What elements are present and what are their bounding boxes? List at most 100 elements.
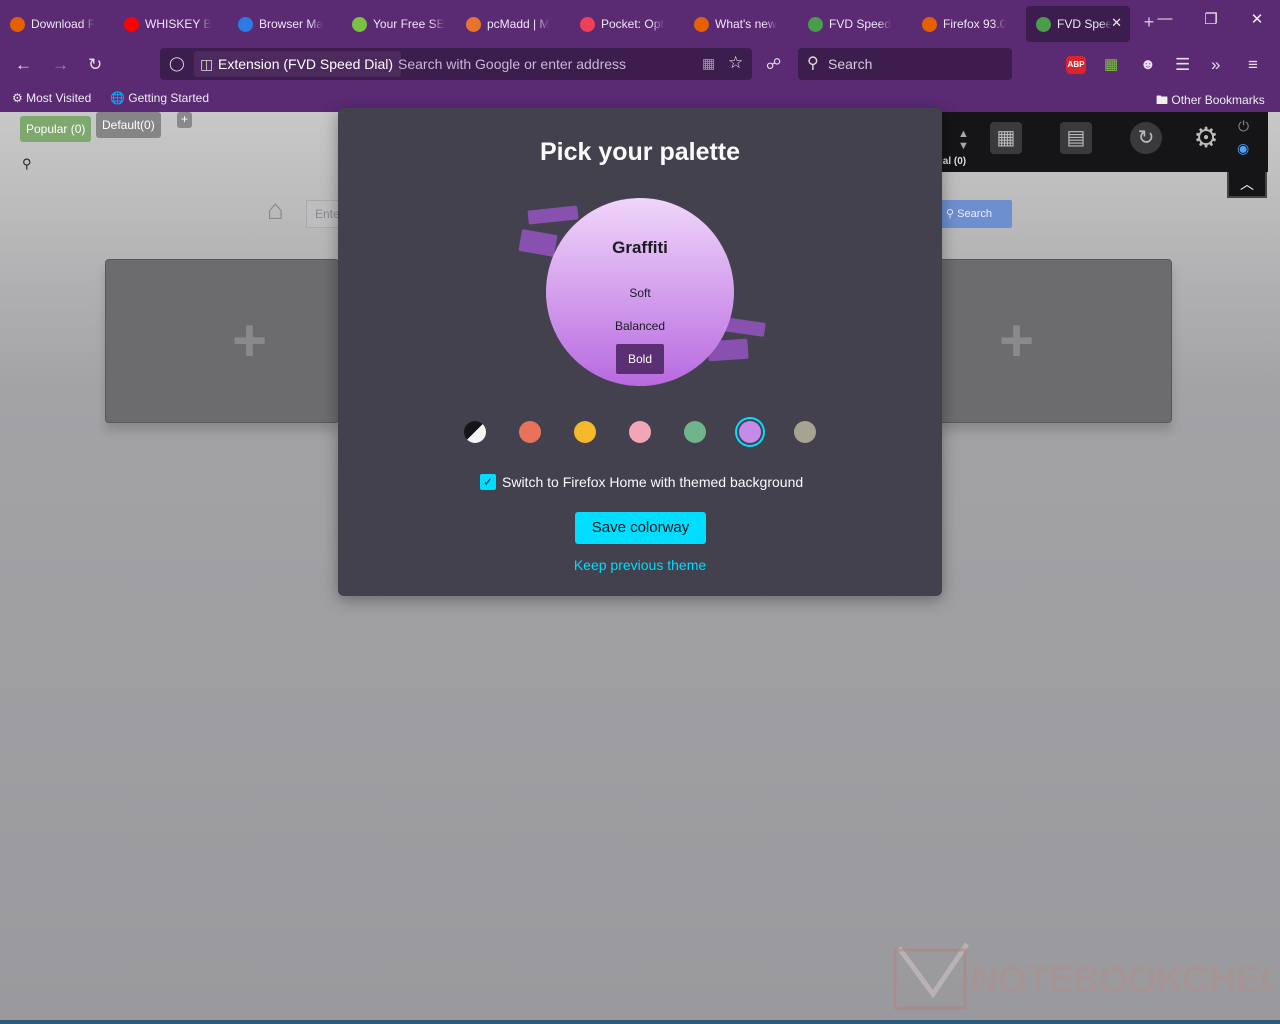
colorway-swatch-0[interactable]: [464, 421, 486, 443]
reload-icon[interactable]: ↻: [88, 56, 102, 73]
toolbar-group-label: ial (0): [940, 156, 967, 167]
menu-icon[interactable]: ≡: [1248, 56, 1258, 73]
sync-icon[interactable]: ↻: [1130, 122, 1162, 154]
search-input[interactable]: Search: [828, 56, 872, 72]
checkbox-checked-icon[interactable]: ✓: [480, 474, 496, 490]
bookmark-other-folder[interactable]: 🖿 Other Bookmarks: [1156, 91, 1265, 112]
tab-title: Pocket: Opt: [601, 17, 664, 31]
back-arrow-icon[interactable]: ←: [15, 56, 32, 73]
tab-6[interactable]: What's new: [684, 6, 798, 42]
bookmark-label: Most Visited: [26, 91, 92, 105]
bookmark-getting-started[interactable]: 🌐 Getting Started: [110, 91, 209, 105]
identity-box[interactable]: ◫ Extension (FVD Speed Dial): [194, 51, 402, 77]
tab-4[interactable]: pcMadd | M: [456, 6, 570, 42]
firefox-icon: [10, 16, 25, 32]
dial-slot-empty[interactable]: +: [105, 259, 339, 423]
add-group-button[interactable]: +: [177, 112, 193, 128]
leaf-icon: [352, 16, 367, 32]
import-icon[interactable]: ▤: [1060, 122, 1092, 154]
colorway-swatch-4[interactable]: [684, 421, 706, 443]
bookmark-most-visited[interactable]: ⚙ Most Visited: [12, 91, 91, 105]
adblock-icon[interactable]: ABP: [1066, 56, 1086, 74]
tab-title: Firefox 93.0: [943, 17, 1007, 31]
variation-soft[interactable]: Soft: [546, 286, 734, 300]
colorway-swatch-6[interactable]: [794, 421, 816, 443]
bookmark-star-icon[interactable]: ☆: [728, 53, 743, 73]
extension-avatar-icon[interactable]: ☻: [1140, 56, 1156, 73]
pocket-icon[interactable]: ☍: [766, 56, 781, 73]
notebookcheck-watermark-logo: NOTEBOOKCHECK: [893, 942, 1273, 1010]
add-group-label: +: [181, 112, 189, 126]
minimize-button[interactable]: —: [1150, 10, 1180, 27]
search-icon: ⚲: [946, 208, 955, 220]
group-label: Popular (0): [26, 122, 86, 136]
colorway-preview-circle: Graffiti Soft Balanced Bold: [546, 198, 734, 386]
save-colorway-button[interactable]: Save colorway: [575, 512, 706, 544]
firefox-icon: [694, 16, 709, 32]
speed-dial-toolbar: ial (0) ▲ ▼ ▦ ▤ ↻ ⚙ ⏻ ◉: [940, 112, 1268, 172]
tab-0[interactable]: Download F: [0, 6, 114, 42]
home-icon[interactable]: ⌂: [267, 194, 284, 226]
colorway-modal: Pick your palette Graffiti Soft Balanced…: [338, 108, 942, 596]
group-label: Default(0): [102, 118, 155, 132]
tab-title: FVD Spee: [1057, 17, 1113, 31]
tab-title: Your Free SE: [373, 17, 445, 31]
tab-9[interactable]: FVD Spee ✕: [1026, 6, 1130, 42]
speed-dial-search-button[interactable]: ⚲ Search: [940, 200, 1012, 228]
restore-button[interactable]: ❐: [1196, 10, 1226, 28]
overflow-chevron-icon[interactable]: »: [1211, 56, 1220, 73]
address-bar[interactable]: ◯ ◫ Extension (FVD Speed Dial) Search wi…: [160, 48, 752, 80]
group-tab-popular[interactable]: Popular (0): [20, 116, 92, 142]
speed-dial-page-icon[interactable]: ▦: [702, 55, 715, 72]
colorway-swatch-3[interactable]: [629, 421, 651, 443]
url-input[interactable]: Search with Google or enter address: [398, 56, 626, 72]
tab-1[interactable]: WHISKEY B: [114, 6, 228, 42]
tab-7[interactable]: FVD Speed: [798, 6, 912, 42]
speed-dial-icon: [808, 16, 823, 32]
eye-icon[interactable]: ◉: [1237, 140, 1249, 157]
globe-icon: 🌐: [110, 91, 125, 105]
at-icon: [466, 16, 481, 32]
tab-3[interactable]: Your Free SE: [342, 6, 456, 42]
pocket-icon: [580, 16, 595, 32]
tab-8[interactable]: Firefox 93.0: [912, 6, 1026, 42]
close-window-button[interactable]: ✕: [1242, 10, 1272, 28]
tab-title: Browser Ma: [259, 17, 324, 31]
arrows-icon[interactable]: ▲ ▼: [958, 128, 969, 152]
tab-5[interactable]: Pocket: Opt: [570, 6, 684, 42]
bookmark-label: Getting Started: [128, 91, 210, 105]
bookmark-label: Other Bookmarks: [1171, 93, 1265, 107]
tab-2[interactable]: Browser Ma: [228, 6, 342, 42]
group-tab-default[interactable]: Default(0): [96, 112, 161, 138]
variation-bold[interactable]: Bold: [616, 344, 664, 374]
search-placeholder: Ente: [315, 207, 340, 221]
speed-dial-extension-icon[interactable]: ▦: [1104, 56, 1118, 73]
forward-arrow-icon[interactable]: →: [52, 56, 69, 73]
search-bar[interactable]: ⚲ Search: [798, 48, 1012, 80]
colorway-swatch-2[interactable]: [574, 421, 596, 443]
gear-icon: ⚙: [12, 91, 23, 105]
tab-bar: Download F WHISKEY B Browser Ma Your Free S…: [0, 0, 1280, 44]
dial-slot-empty[interactable]: +: [938, 259, 1172, 423]
graffiti-decoration: [527, 205, 579, 225]
dials-view-icon[interactable]: ▦: [990, 122, 1022, 154]
modal-title: Pick your palette: [539, 138, 741, 166]
extension-icon: ◫: [200, 56, 214, 72]
shield-icon[interactable]: ◯: [169, 55, 185, 72]
tab-title: Download F: [31, 17, 96, 31]
colorway-swatch-5[interactable]: [739, 421, 761, 443]
youtube-icon: [124, 16, 139, 32]
variation-balanced[interactable]: Balanced: [546, 319, 734, 333]
tab-title: pcMadd | M: [487, 17, 550, 31]
library-icon[interactable]: ☰: [1175, 56, 1190, 73]
navigation-toolbar: ← → ↻ ◯ ◫ Extension (FVD Speed Dial) Sea…: [0, 44, 1280, 86]
power-icon[interactable]: ⏻: [1238, 118, 1249, 135]
colorway-swatch-1[interactable]: [519, 421, 541, 443]
search-icon[interactable]: ⚲: [22, 156, 32, 172]
collapse-chevron-icon[interactable]: ︿: [1227, 172, 1267, 198]
svg-text:NOTEBOOKCHECK: NOTEBOOKCHECK: [971, 959, 1273, 1001]
keep-previous-theme-link[interactable]: Keep previous theme: [338, 557, 942, 573]
close-tab-icon[interactable]: ✕: [1111, 15, 1122, 31]
tab-title: WHISKEY B: [145, 17, 212, 31]
gear-icon[interactable]: ⚙: [1190, 122, 1222, 154]
